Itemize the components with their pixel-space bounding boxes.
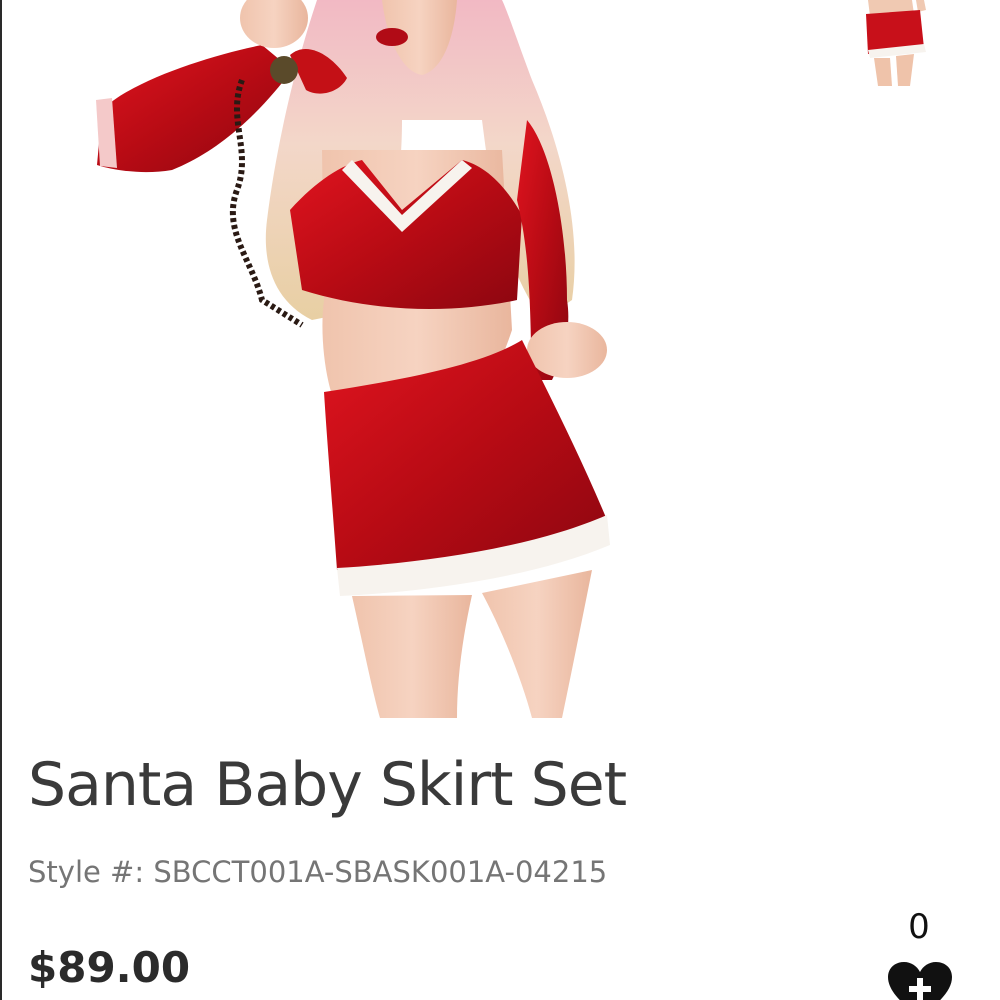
product-thumbnail[interactable] bbox=[860, 0, 932, 88]
product-page: Santa Baby Skirt Set Style #: SBCCT001A-… bbox=[0, 0, 1000, 1000]
add-to-favorites-button[interactable] bbox=[886, 960, 954, 1000]
product-main-image bbox=[96, 0, 610, 718]
product-price: $89.00 bbox=[28, 943, 191, 992]
style-value: SBCCT001A-SBASK001A-04215 bbox=[153, 855, 608, 889]
heart-plus-icon bbox=[888, 962, 952, 1000]
product-title: Santa Baby Skirt Set bbox=[28, 750, 627, 820]
favorites-count: 0 bbox=[908, 907, 930, 947]
style-number: Style #: SBCCT001A-SBASK001A-04215 bbox=[28, 852, 607, 892]
style-label: Style #: bbox=[28, 855, 145, 889]
